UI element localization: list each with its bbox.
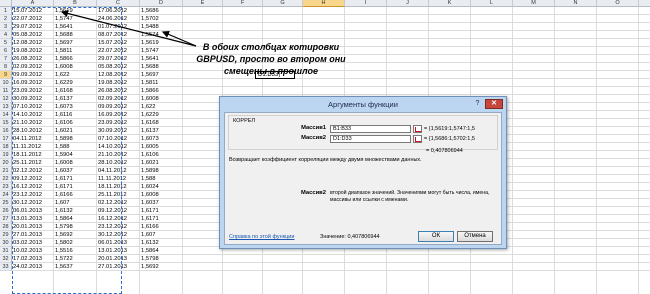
arg1-result: = {1,5619:1,5747:1,5 xyxy=(424,126,475,132)
help-link[interactable]: Справка по этой функции xyxy=(229,234,294,240)
function-name: КОРРЕЛ xyxy=(233,118,256,124)
arg2-label: Массив2 xyxy=(301,135,326,141)
dialog-body: КОРРЕЛ Массив1 B1:B33 = {1,5619:1,5747:1… xyxy=(224,112,502,245)
ok-button[interactable]: ОК xyxy=(418,231,454,242)
cancel-button[interactable]: Отмена xyxy=(457,231,493,242)
arg1-label: Массив1 xyxy=(301,125,326,131)
arg-description-text: второй диапазон значений. Значениями мог… xyxy=(330,190,490,203)
formula-result: = 0,407806944 xyxy=(426,148,463,154)
arg-description-label: Массив2 xyxy=(301,190,326,196)
dialog-title: Аргументы функции xyxy=(328,100,398,109)
arg1-input[interactable]: B1:B33 xyxy=(330,125,411,133)
arg2-collapse-icon[interactable] xyxy=(413,135,422,143)
arrow-to-column-b xyxy=(60,9,197,47)
arg1-collapse-icon[interactable] xyxy=(413,125,422,133)
help-icon[interactable]: ? xyxy=(473,100,482,108)
close-icon[interactable]: ✕ xyxy=(485,99,503,109)
value-text: Значение: 0,407806944 xyxy=(320,234,380,240)
arg2-result: = {1,5686:1,5702:1,5 xyxy=(424,136,475,142)
function-description: Возвращает коэффициент корреляции между … xyxy=(229,157,422,163)
function-arguments-dialog: Аргументы функции ? ✕ КОРРЕЛ Массив1 B1:… xyxy=(219,96,507,249)
function-group: КОРРЕЛ Массив1 B1:B33 = {1,5619:1,5747:1… xyxy=(228,115,498,150)
arg2-input[interactable]: D1:D33 xyxy=(330,135,411,143)
